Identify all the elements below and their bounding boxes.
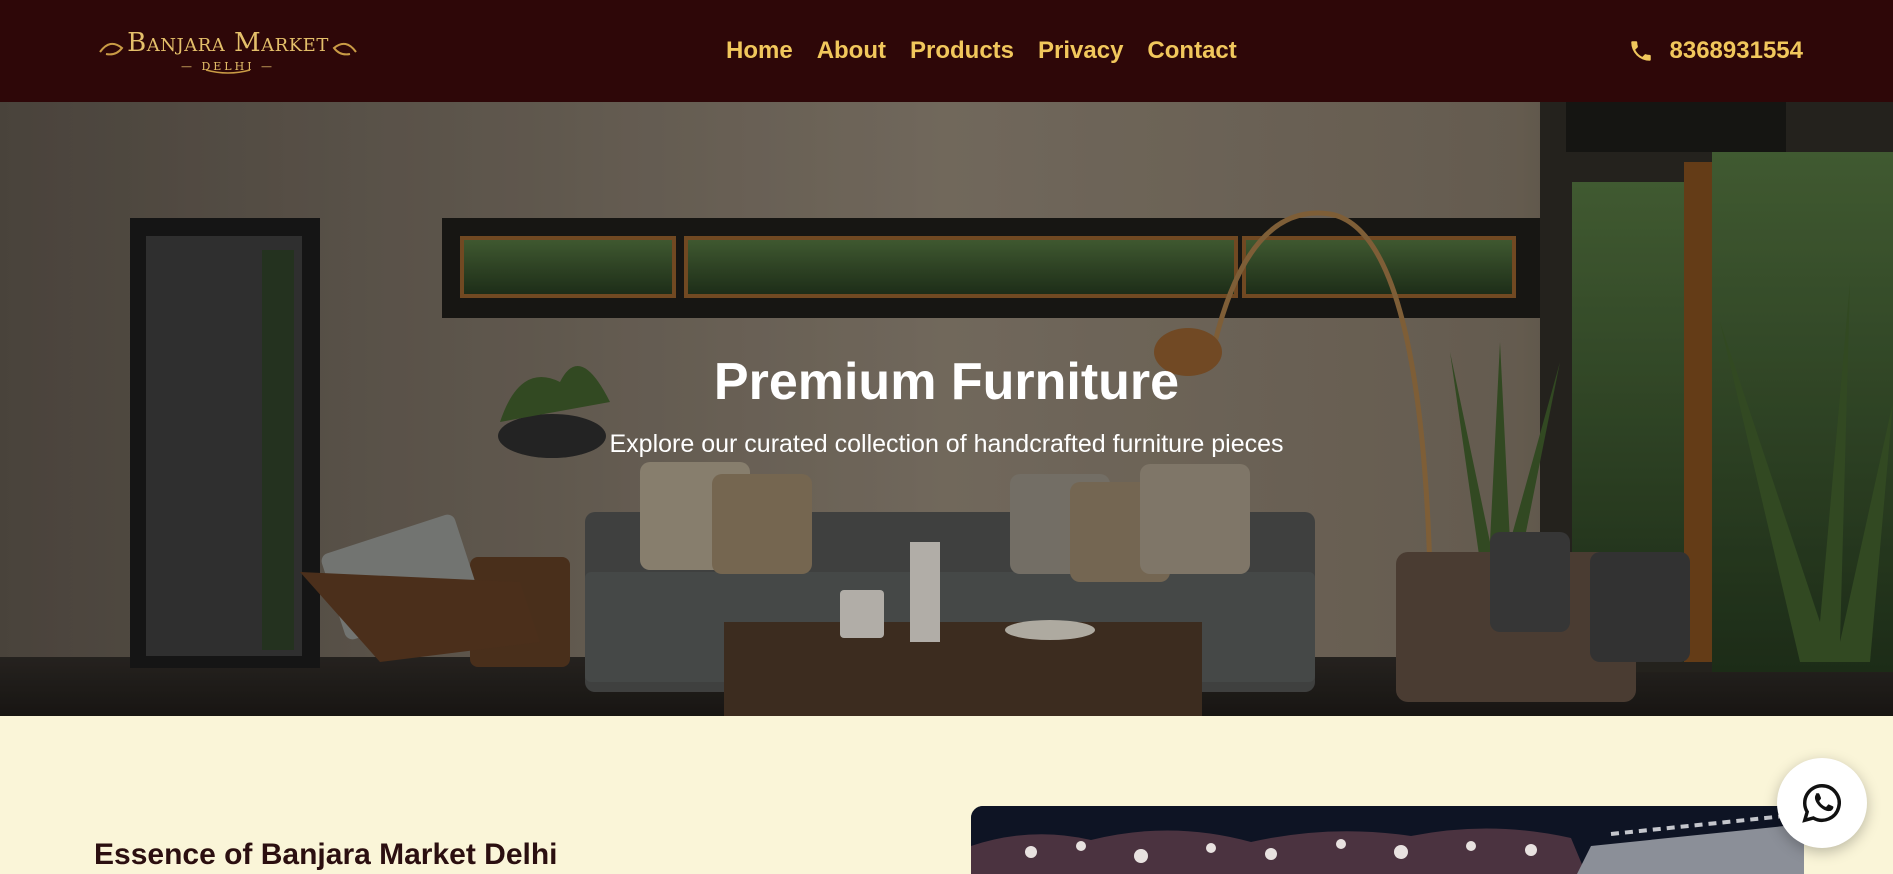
nav-contact[interactable]: Contact: [1147, 37, 1236, 65]
whatsapp-icon: [1802, 784, 1841, 823]
main-nav: Home About Products Privacy Contact: [726, 0, 1237, 102]
brand-logo[interactable]: Banjara Market — DELHI —: [96, 22, 360, 80]
nav-privacy[interactable]: Privacy: [1038, 37, 1123, 65]
logo-flourish-icon: [99, 42, 357, 74]
phone-link[interactable]: 8368931554: [1628, 0, 1803, 102]
site-header: Banjara Market — DELHI — Home About Prod…: [0, 0, 1893, 102]
hero-banner: Premium Furniture Explore our curated co…: [0, 102, 1893, 716]
hero-subtitle: Explore our curated collection of handcr…: [609, 430, 1284, 458]
nav-home[interactable]: Home: [726, 37, 793, 65]
nav-products[interactable]: Products: [910, 37, 1014, 65]
nav-about[interactable]: About: [817, 37, 886, 65]
essence-heading: Essence of Banjara Market Delhi: [94, 838, 558, 871]
hero-title: Premium Furniture: [713, 353, 1180, 411]
phone-number: 8368931554: [1669, 37, 1803, 64]
essence-market-image: [971, 806, 1804, 874]
phone-icon: [1630, 41, 1651, 61]
whatsapp-button[interactable]: [1777, 758, 1867, 848]
